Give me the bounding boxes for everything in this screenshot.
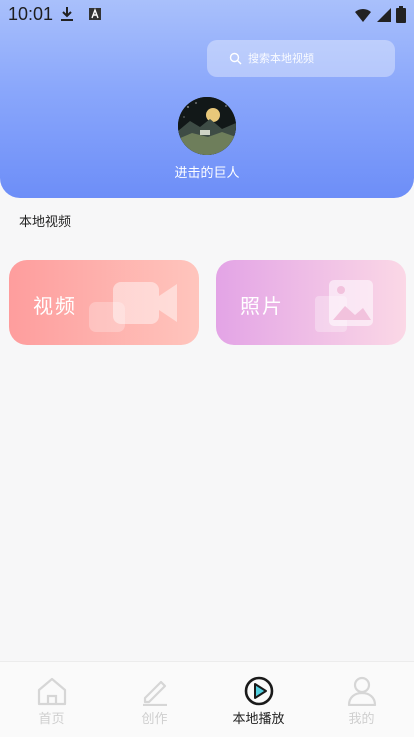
home-icon: [36, 676, 68, 710]
download-icon: [60, 6, 74, 26]
video-camera-icon: [89, 282, 177, 332]
avatar[interactable]: [178, 97, 236, 155]
search-bar[interactable]: [207, 40, 395, 77]
pencil-icon: [139, 676, 171, 710]
status-time: 10:01: [8, 4, 54, 24]
keyboard-a-icon: [88, 6, 102, 26]
status-bar: 10:01: [0, 0, 414, 30]
tab-create-label: 创作: [141, 712, 168, 727]
tab-create[interactable]: 创作: [103, 662, 206, 737]
tab-mine[interactable]: 我的: [310, 662, 413, 737]
search-input[interactable]: [248, 52, 378, 65]
photo-icon: [315, 280, 373, 332]
tab-home-label: 首页: [38, 712, 65, 727]
tab-local-play[interactable]: 本地播放: [207, 662, 310, 737]
battery-icon: [396, 6, 406, 27]
wifi-icon: [354, 7, 372, 27]
status-right-icons: [354, 6, 406, 27]
tab-bar: 首页 创作 本地播放 我的: [0, 661, 414, 737]
search-icon: [229, 52, 242, 65]
tab-mine-label: 我的: [348, 712, 375, 727]
status-left-icons: [60, 6, 102, 26]
tab-home[interactable]: 首页: [0, 662, 103, 737]
signal-icon: [376, 7, 392, 27]
username: 进击的巨人: [174, 166, 240, 181]
photo-card[interactable]: 照片: [216, 260, 406, 345]
section-title: 本地视频: [19, 215, 72, 230]
user-icon: [346, 676, 378, 710]
play-icon: [243, 676, 275, 710]
video-card[interactable]: 视频: [9, 260, 199, 345]
tab-local-play-label: 本地播放: [232, 712, 285, 727]
photo-card-label: 照片: [240, 294, 284, 318]
video-card-label: 视频: [33, 294, 77, 318]
